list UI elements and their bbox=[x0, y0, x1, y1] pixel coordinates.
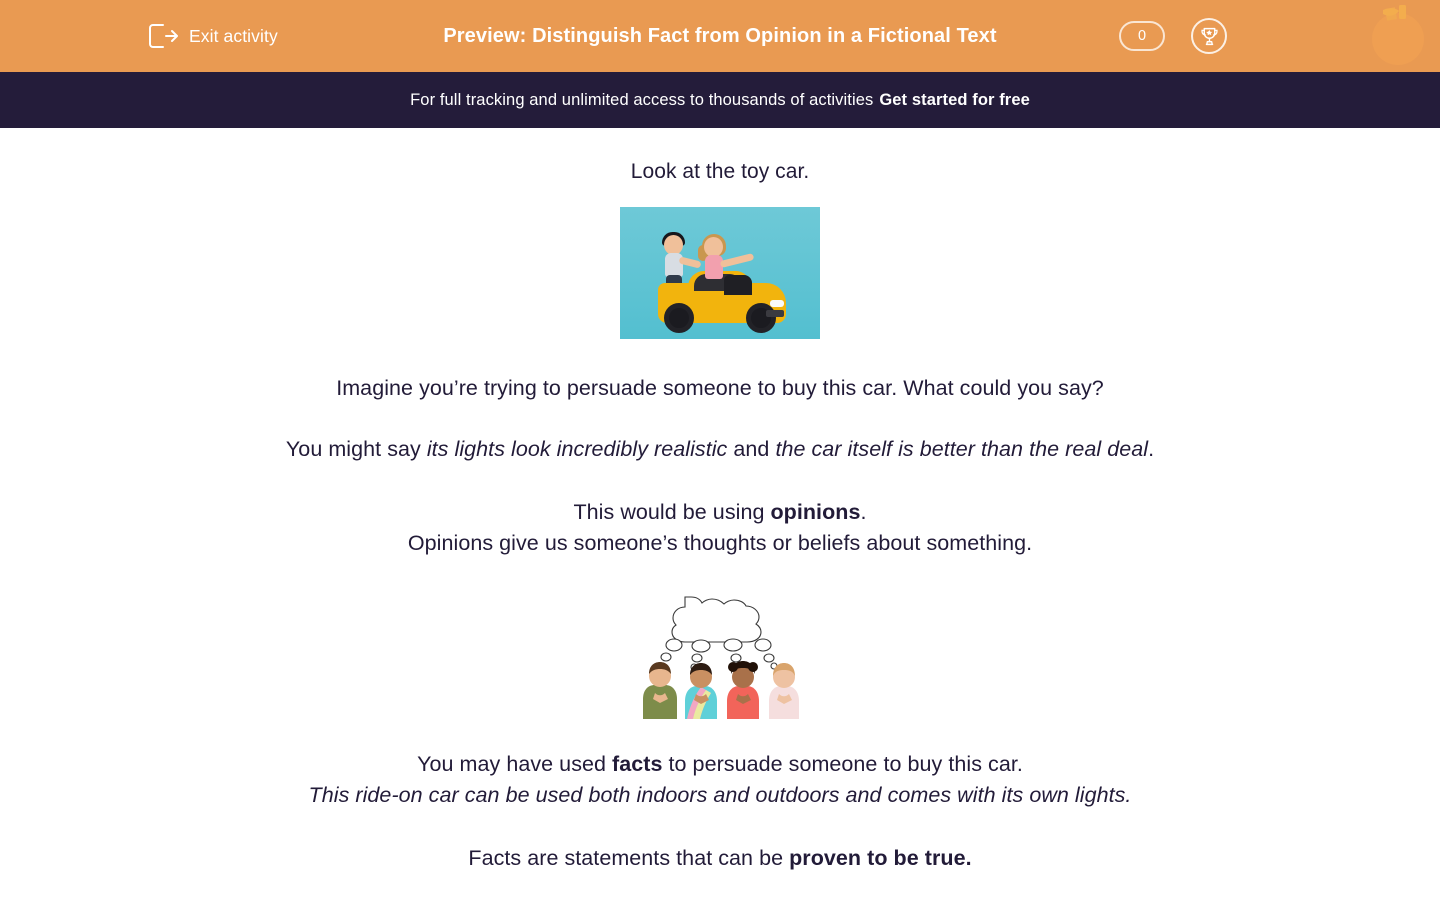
opinion-examples-suffix: . bbox=[1148, 437, 1155, 461]
page-title: Preview: Distinguish Fact from Opinion i… bbox=[443, 24, 997, 47]
awards-button[interactable] bbox=[1191, 18, 1227, 54]
exit-arrow-icon bbox=[148, 23, 178, 49]
opinion-example-1: its lights look incredibly realistic bbox=[426, 437, 728, 461]
exit-activity-button[interactable]: Exit activity bbox=[148, 23, 278, 49]
get-started-link[interactable]: Get started for free bbox=[879, 91, 1030, 110]
opinions-definition-line-1: This would be using opinions. bbox=[0, 497, 1440, 528]
facts-definition-keyword: proven to be true. bbox=[789, 846, 972, 870]
opinion-examples-prefix: You might say bbox=[285, 437, 427, 461]
opinion-examples-conjunction: and bbox=[727, 437, 776, 461]
toy-car-rear-wheel bbox=[664, 303, 694, 333]
facts-definition-prefix: Facts are statements that can be bbox=[468, 846, 790, 870]
toy-car-front-wheel bbox=[746, 303, 776, 333]
facts-example-line: You may have used facts to persuade some… bbox=[0, 749, 1440, 780]
thinking-child-4 bbox=[769, 663, 799, 719]
opinions-definition-prefix: This would be using bbox=[573, 500, 771, 524]
thinking-child-3 bbox=[727, 661, 759, 719]
toy-car-image: Two children playing with a yellow ride-… bbox=[620, 207, 820, 339]
activity-header: Exit activity Preview: Distinguish Fact … bbox=[0, 0, 1440, 72]
facts-example-prefix: You may have used bbox=[417, 752, 613, 776]
orange-fruit-logo[interactable] bbox=[1363, 2, 1429, 68]
toy-car-headlight bbox=[770, 300, 784, 307]
upgrade-banner-text: For full tracking and unlimited access t… bbox=[410, 90, 874, 109]
facts-keyword: facts bbox=[612, 752, 663, 776]
thinking-child-1 bbox=[643, 662, 677, 719]
upgrade-banner: For full tracking and unlimited access t… bbox=[0, 72, 1440, 128]
opinion-example-2: the car itself is better than the real d… bbox=[775, 437, 1149, 461]
facts-example-suffix: to persuade someone to buy this car. bbox=[662, 752, 1023, 776]
exit-activity-label: Exit activity bbox=[189, 25, 278, 46]
opinions-definition-line-2: Opinions give us someone’s thoughts or b… bbox=[407, 531, 1033, 555]
thinking-child-2 bbox=[685, 663, 717, 719]
facts-definition-line: Facts are statements that can be proven … bbox=[0, 843, 1440, 874]
thinking-children-image: Four children thinking with a shared tho… bbox=[635, 581, 805, 719]
trophy-icon bbox=[1199, 26, 1220, 47]
instruction-line-1: Look at the toy car. bbox=[630, 160, 810, 183]
score-value: 0 bbox=[1137, 28, 1147, 44]
header-actions: 0 bbox=[1119, 18, 1227, 54]
toy-car-seat bbox=[724, 275, 752, 295]
activity-content: Look at the toy car. Two children playin… bbox=[0, 128, 1440, 874]
opinions-keyword: opinions bbox=[770, 500, 861, 524]
score-badge[interactable]: 0 bbox=[1119, 21, 1165, 51]
opinions-definition-suffix: . bbox=[860, 500, 867, 524]
opinion-examples-line: You might say its lights look incredibly… bbox=[0, 434, 1440, 465]
fact-statement-example: This ride-on car can be used both indoor… bbox=[308, 783, 1132, 807]
instruction-line-2: Imagine you’re trying to persuade someon… bbox=[336, 376, 1104, 400]
toy-car-grille bbox=[766, 310, 784, 317]
